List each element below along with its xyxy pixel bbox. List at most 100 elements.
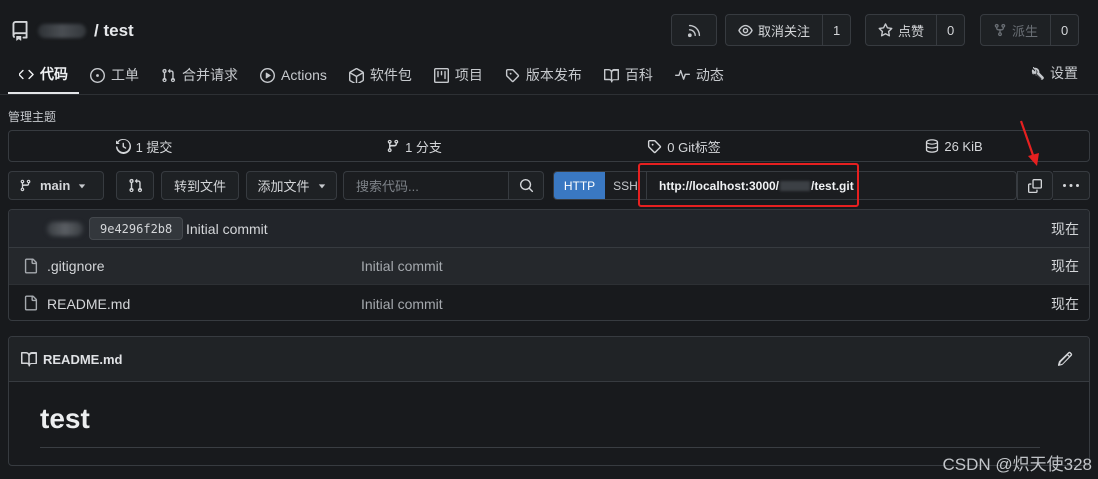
compare-icon	[128, 178, 142, 193]
readme-panel: README.md test	[8, 336, 1090, 466]
file-commit-message[interactable]: Initial commit	[361, 258, 443, 274]
latest-commit-message[interactable]: Initial commit	[186, 221, 268, 237]
file-commit-message[interactable]: Initial commit	[361, 296, 443, 312]
file-icon	[24, 295, 38, 311]
watch-count-value: 1	[833, 22, 841, 38]
http-label: HTTP	[563, 178, 596, 193]
fork-button[interactable]: 派生	[981, 15, 1050, 45]
clone-url-highlight	[638, 163, 859, 207]
tags-stat[interactable]: 0 Git标签	[549, 131, 819, 161]
branch-icon	[20, 179, 31, 192]
rss-icon	[687, 24, 700, 37]
size-stat[interactable]: 26 KiB	[819, 131, 1089, 161]
add-file-label: 添加文件	[257, 179, 310, 194]
repo-header: / test	[10, 16, 134, 46]
file-name[interactable]: .gitignore	[47, 258, 105, 274]
tab-packages[interactable]: 软件包	[338, 56, 423, 94]
file-icon	[24, 258, 38, 274]
repo-icon	[12, 21, 28, 41]
rss-button[interactable]	[671, 14, 717, 46]
pulse-icon	[674, 69, 690, 80]
repo-owner-redacted[interactable]	[38, 24, 86, 38]
copy-icon	[1028, 178, 1042, 193]
tab-wiki[interactable]: 百科	[593, 56, 664, 94]
star-label: 点赞	[898, 23, 925, 39]
repo-tabs: 代码 工单 合并请求 Actions 软件包 项目 版本发布 百科 动态	[8, 56, 735, 94]
star-icon	[878, 22, 893, 36]
goto-file-button[interactable]: 转到文件	[161, 171, 239, 200]
tab-actions[interactable]: Actions	[249, 56, 338, 94]
compare-button[interactable]	[116, 171, 154, 200]
file-list: 9e4296f2b8 Initial commit 现在 .gitignore …	[8, 209, 1090, 321]
settings-label: 设置	[1050, 65, 1078, 81]
caret-down-icon	[318, 183, 325, 188]
fork-button-group: 派生 0	[980, 14, 1080, 46]
file-name[interactable]: README.md	[47, 296, 130, 312]
ssh-label: SSH	[613, 178, 638, 193]
fork-label: 派生	[1012, 23, 1039, 39]
commit-sha-badge[interactable]: 9e4296f2b8	[89, 217, 184, 240]
caret-down-icon	[79, 183, 86, 188]
pencil-icon[interactable]	[1058, 351, 1073, 366]
tab-code[interactable]: 代码	[8, 56, 79, 94]
fork-count[interactable]: 0	[1050, 15, 1078, 45]
search-button[interactable]	[508, 171, 544, 200]
tab-activity[interactable]: 动态	[664, 56, 735, 94]
tab-issues[interactable]: 工单	[79, 56, 150, 94]
tab-label: Actions	[281, 67, 327, 83]
copy-url-button[interactable]	[1017, 171, 1053, 200]
tag-icon	[505, 68, 520, 82]
file-row[interactable]: README.md Initial commit 现在	[9, 285, 1089, 320]
code-search-input[interactable]: 搜索代码...	[343, 171, 509, 200]
pull-request-icon	[162, 68, 176, 82]
history-icon	[115, 138, 131, 154]
repo-size: 26 KiB	[944, 138, 983, 154]
tab-releases[interactable]: 版本发布	[494, 56, 593, 94]
goto-file-label: 转到文件	[173, 179, 226, 194]
tool-icon	[1031, 66, 1044, 80]
readme-heading-rule	[40, 447, 1040, 448]
tab-label: 项目	[454, 67, 483, 83]
branches-stat[interactable]: 1 分支	[279, 131, 549, 161]
tab-settings[interactable]: 设置	[1029, 56, 1078, 90]
tab-label: 软件包	[369, 67, 412, 83]
latest-commit-time: 现在	[1051, 220, 1079, 237]
watch-button-group: 取消关注 1	[725, 14, 852, 46]
tab-label: 代码	[40, 66, 68, 82]
watch-count[interactable]: 1	[822, 15, 850, 45]
http-clone-button[interactable]: HTTP	[554, 172, 605, 199]
author-avatar-redacted[interactable]	[47, 222, 83, 236]
tab-label: 版本发布	[525, 67, 582, 83]
csdn-watermark: CSDN @炽天使328	[942, 455, 1092, 474]
tab-label: 动态	[695, 67, 724, 83]
issue-icon	[90, 67, 105, 83]
kebab-horizontal-icon	[1063, 183, 1079, 187]
manage-topics-link[interactable]: 管理主题	[8, 108, 56, 125]
tab-pull-requests[interactable]: 合并请求	[150, 56, 249, 94]
eye-icon	[738, 24, 753, 36]
repo-name-link[interactable]: / test	[94, 21, 134, 41]
file-row[interactable]: .gitignore Initial commit 现在	[9, 248, 1089, 285]
star-count[interactable]: 0	[936, 15, 964, 45]
add-file-dropdown[interactable]: 添加文件	[246, 171, 337, 200]
branch-selector[interactable]: main	[8, 171, 104, 200]
branch-name: main	[40, 178, 71, 193]
branch-icon	[387, 139, 399, 153]
readme-header: README.md	[9, 337, 1089, 382]
commits-stat[interactable]: 1 提交	[9, 131, 279, 161]
branches-count: 1 分支	[405, 139, 442, 155]
readme-filename[interactable]: README.md	[43, 352, 122, 367]
file-commit-time: 现在	[1051, 258, 1079, 274]
tab-projects[interactable]: 项目	[423, 56, 494, 94]
code-icon	[19, 69, 34, 79]
project-icon	[433, 67, 449, 83]
tab-label: 百科	[624, 67, 653, 83]
more-options-button[interactable]	[1053, 171, 1090, 200]
fork-icon	[994, 23, 1006, 37]
tab-label: 合并请求	[182, 67, 238, 83]
play-icon	[260, 67, 275, 83]
tag-icon	[648, 139, 662, 153]
repo-separator: /	[94, 21, 99, 40]
star-button[interactable]: 点赞	[866, 15, 936, 45]
unwatch-button[interactable]: 取消关注	[726, 15, 822, 45]
